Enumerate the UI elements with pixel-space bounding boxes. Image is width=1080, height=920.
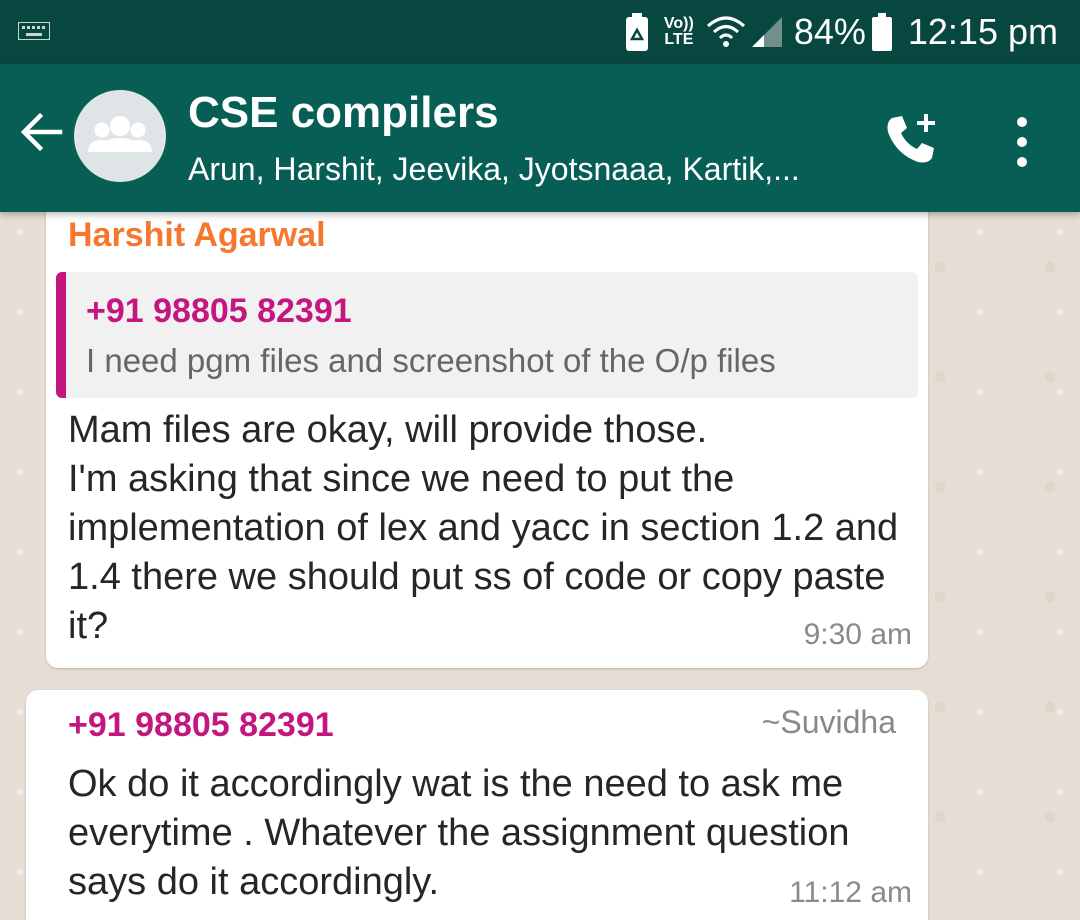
message-time: 11:12 am [789,876,912,909]
sender-nickname: ~Suvidha [761,704,896,740]
chat-title: CSE compilers [188,88,499,137]
chat-members: Arun, Harshit, Jeevika, Jyotsnaaa, Karti… [188,151,800,187]
message-text: Mam files are okay, will provide those. … [68,409,899,647]
status-bar: Vo)) LTE 84% 12:15 pm [0,0,1080,64]
volte-bottom-label: LTE [664,31,694,48]
quote-author: +91 98805 82391 [86,292,352,330]
more-options-icon[interactable] [1004,112,1040,172]
signal-icon [751,17,782,47]
volte-top-label: Vo)) [663,15,694,32]
quote-bar [56,272,66,398]
chat-messages[interactable]: Harshit Agarwal +91 98805 82391 I need p… [0,212,1080,920]
chat-header: CSE compilers Arun, Harshit, Jeevika, Jy… [0,64,1080,212]
sender-phone[interactable]: +91 98805 82391 [68,706,334,745]
group-avatar[interactable] [74,90,166,182]
battery-icon [871,13,892,51]
battery-percentage: 84% [793,11,866,52]
quote-text: I need pgm files and screenshot of the O… [86,342,776,379]
volte-icon: Vo)) LTE [664,16,694,48]
status-time: 12:15 pm [907,11,1058,52]
quoted-message[interactable]: +91 98805 82391 I need pgm files and scr… [56,272,918,398]
recycle-battery-icon [625,13,648,51]
sender-name[interactable]: Harshit Agarwal [68,216,326,255]
wifi-icon [706,16,745,47]
chat-title-block[interactable]: CSE compilers Arun, Harshit, Jeevika, Jy… [188,86,848,190]
status-right: Vo)) LTE 84% 12:15 pm [624,0,1080,64]
message-text: Ok do it accordingly wat is the need to … [68,763,850,903]
add-call-icon[interactable] [882,110,942,170]
back-arrow-icon[interactable] [18,108,66,156]
message-time: 9:30 am [803,618,912,651]
message-bubble[interactable]: +91 98805 82391 ~Suvidha Ok do it accord… [26,690,928,920]
message-bubble[interactable]: Harshit Agarwal +91 98805 82391 I need p… [46,212,928,668]
group-icon [88,116,152,152]
keyboard-icon [18,22,50,40]
